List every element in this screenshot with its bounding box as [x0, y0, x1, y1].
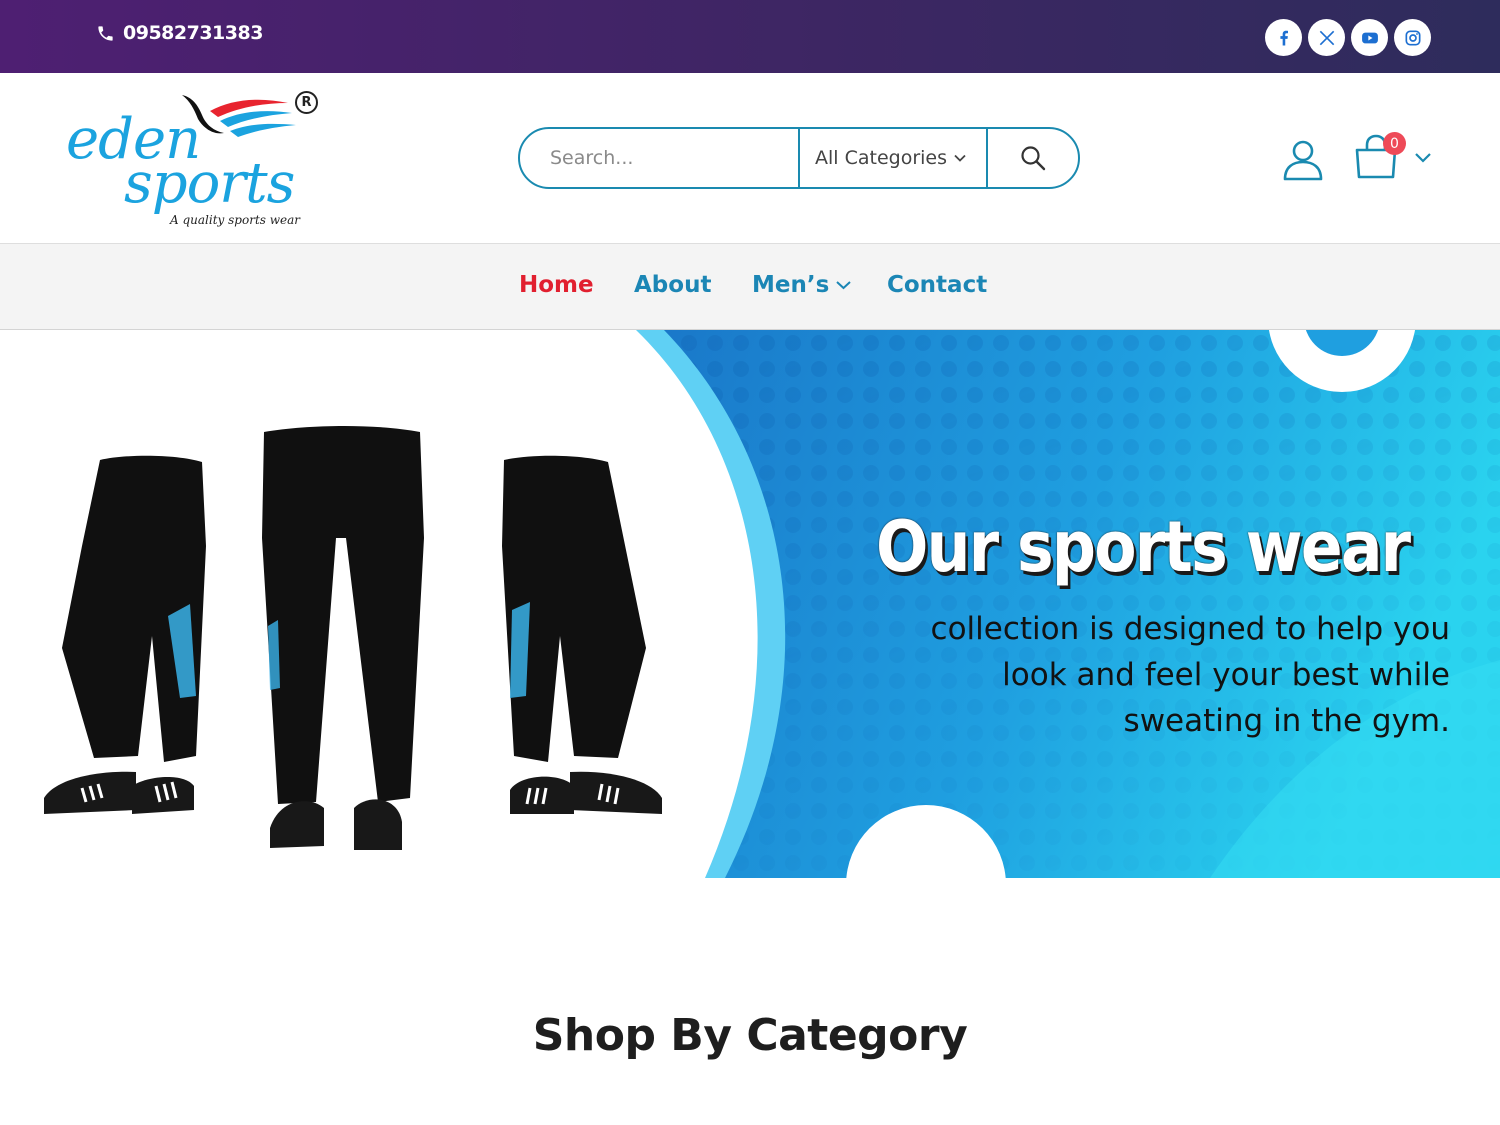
search-button[interactable] [988, 129, 1078, 187]
hero-line: sweating in the gym. [1123, 703, 1450, 739]
nav-item-home[interactable]: Home [519, 272, 594, 298]
chevron-down-icon [836, 281, 851, 290]
nav-item-mens[interactable]: Men’s [752, 272, 852, 298]
top-bar: 09582731383 [0, 0, 1500, 73]
social-links [1265, 19, 1431, 56]
cart-count-badge: 0 [1383, 132, 1406, 155]
product-image-pants-side [44, 432, 206, 814]
hero-title: Our sports wear [876, 506, 1411, 588]
hero-line: collection is designed to help you [930, 611, 1450, 647]
x-link[interactable] [1308, 19, 1345, 56]
chevron-down-icon [954, 154, 966, 162]
product-image-pants-front [262, 390, 424, 850]
logo-tagline: A quality sports wear [170, 213, 300, 227]
youtube-icon [1361, 32, 1378, 43]
search-icon [1021, 146, 1046, 171]
instagram-icon [1405, 30, 1420, 45]
nav-item-about[interactable]: About [634, 272, 711, 298]
hero-background [636, 330, 1500, 878]
phone-contact[interactable]: 09582731383 [96, 22, 263, 44]
nav-item-label: Contact [887, 272, 988, 298]
youtube-link[interactable] [1351, 19, 1388, 56]
category-select-label: All Categories [815, 147, 948, 169]
site-logo[interactable]: R eden sports A quality sports wear [62, 87, 324, 235]
nav-item-label: Home [519, 272, 594, 298]
registered-mark: R [295, 91, 318, 114]
phone-icon [98, 25, 113, 41]
instagram-link[interactable] [1394, 19, 1431, 56]
cart-dropdown-chevron-icon[interactable] [1413, 149, 1433, 165]
site-header: R eden sports A quality sports wear All … [0, 73, 1500, 243]
x-icon [1319, 30, 1334, 45]
nav-item-label: Men’s [752, 272, 830, 298]
hero-description: collection is designed to help you look … [810, 606, 1450, 744]
product-image-pants-back [502, 432, 662, 814]
phone-number: 09582731383 [123, 22, 263, 44]
facebook-icon [1279, 30, 1288, 45]
category-select[interactable]: All Categories [798, 129, 988, 187]
facebook-link[interactable] [1265, 19, 1302, 56]
nav-item-contact[interactable]: Contact [887, 272, 987, 298]
hero-line: look and feel your best while [1002, 657, 1450, 693]
hero-banner[interactable]: Our sports wear collection is designed t… [0, 330, 1500, 878]
section-title-shop-by-category: Shop By Category [532, 1010, 968, 1061]
search-bar: All Categories [518, 127, 1080, 189]
user-account-icon[interactable] [1281, 137, 1325, 181]
search-input[interactable] [520, 129, 798, 187]
nav-item-label: About [634, 272, 712, 298]
logo-word-sports: sports [124, 151, 295, 216]
main-nav: Home About Men’s Contact [0, 243, 1500, 330]
